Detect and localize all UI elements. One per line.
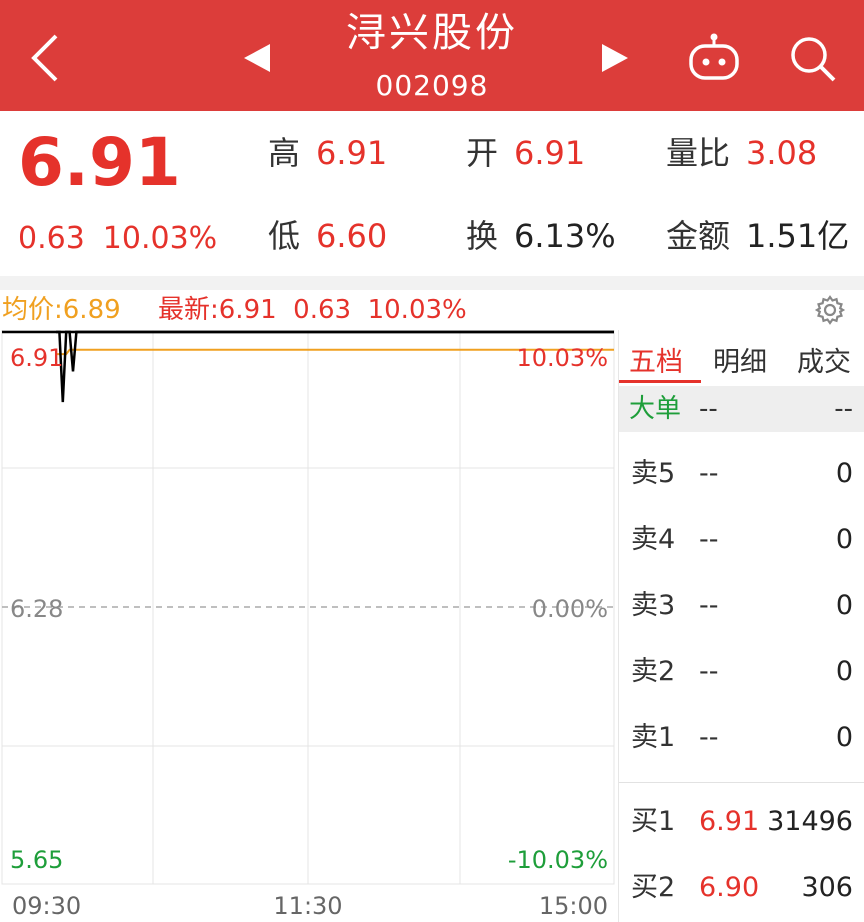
turnover-label: 换 bbox=[466, 217, 499, 255]
panel-tabs: 五档 明细 成交 bbox=[619, 330, 864, 384]
x-label-open: 09:30 bbox=[12, 892, 81, 920]
pct-label-low: -10.03% bbox=[508, 846, 608, 874]
x-label-close: 15:00 bbox=[539, 892, 608, 920]
low-value: 6.60 bbox=[316, 217, 388, 255]
high-item: 高 6.91 bbox=[268, 133, 387, 173]
stock-code: 002098 bbox=[375, 69, 489, 102]
buy-label: 买1 bbox=[631, 806, 676, 837]
robot-icon bbox=[689, 33, 739, 80]
top-bar: 浔兴股份 002098 bbox=[0, 0, 864, 111]
sell-volume: 0 bbox=[835, 722, 853, 753]
sell-price: -- bbox=[699, 458, 719, 489]
next-triangle-icon bbox=[602, 44, 628, 72]
latest-price-label: 最新:6.91 0.63 10.03% bbox=[158, 295, 467, 325]
price-change: 0.63 10.03% bbox=[18, 219, 235, 259]
sell-row: 卖1 -- 0 bbox=[619, 718, 864, 758]
chart-header: 均价:6.89 最新:6.91 0.63 10.03% bbox=[0, 290, 864, 330]
sell-price: -- bbox=[699, 722, 719, 753]
robot-assistant-button[interactable] bbox=[686, 32, 742, 84]
open-item: 开 6.91 bbox=[466, 133, 585, 173]
tab-details[interactable]: 明细 bbox=[713, 340, 767, 379]
big-order-mid: -- bbox=[699, 394, 718, 424]
big-order-right: -- bbox=[834, 394, 853, 424]
sell-volume: 0 bbox=[835, 590, 853, 621]
order-book-panel: 五档 明细 成交 大单 -- -- 卖5 -- 0 卖4 -- 0 卖3 -- … bbox=[618, 330, 864, 922]
book-divider bbox=[619, 782, 864, 783]
big-order-label: 大单 bbox=[629, 394, 682, 424]
amount-label: 金额 bbox=[666, 217, 731, 255]
current-price: 6.91 bbox=[18, 124, 181, 201]
open-value: 6.91 bbox=[514, 134, 586, 172]
stock-name: 浔兴股份 bbox=[346, 10, 518, 56]
change-percent: 10.03% bbox=[102, 221, 218, 256]
low-item: 低 6.60 bbox=[268, 216, 387, 256]
volume-ratio-value: 3.08 bbox=[746, 134, 818, 172]
sell-volume: 0 bbox=[835, 656, 853, 687]
back-icon bbox=[31, 34, 58, 82]
amount-item: 金额 1.51亿 bbox=[666, 216, 849, 256]
sell-price: -- bbox=[699, 656, 719, 687]
gear-icon[interactable] bbox=[814, 294, 846, 326]
y-label-high: 6.91 bbox=[10, 344, 63, 372]
quote-panel: 6.91 0.63 10.03% 高 6.91 开 6.91 量比 3.08 低 6.60… bbox=[0, 111, 864, 276]
big-order-row[interactable]: 大单 -- -- bbox=[619, 386, 864, 432]
sell-row: 卖2 -- 0 bbox=[619, 652, 864, 692]
sell-price: -- bbox=[699, 524, 719, 555]
active-tab-indicator bbox=[619, 380, 701, 383]
sell-price: -- bbox=[699, 590, 719, 621]
sell-label: 卖1 bbox=[631, 722, 676, 753]
sell-volume: 0 bbox=[835, 458, 853, 489]
amount-value: 1.51亿 bbox=[746, 217, 850, 255]
prev-triangle-icon bbox=[244, 44, 270, 72]
buy-price: 6.91 bbox=[699, 806, 760, 837]
y-label-mid: 6.28 bbox=[10, 595, 63, 623]
sell-row: 卖4 -- 0 bbox=[619, 520, 864, 560]
section-divider bbox=[0, 276, 864, 290]
buy-volume: 306 bbox=[801, 872, 853, 903]
prev-stock-button[interactable] bbox=[240, 40, 276, 76]
search-button[interactable] bbox=[786, 32, 840, 86]
volume-ratio-label: 量比 bbox=[666, 134, 731, 172]
next-stock-button[interactable] bbox=[596, 40, 632, 76]
low-label: 低 bbox=[268, 217, 301, 255]
pct-label-high: 10.03% bbox=[516, 344, 608, 372]
volume-ratio-item: 量比 3.08 bbox=[666, 133, 817, 173]
buy-row: 买1 6.91 31496 bbox=[619, 802, 864, 842]
buy-label: 买2 bbox=[631, 872, 676, 903]
search-icon bbox=[791, 37, 836, 82]
average-price-label: 均价:6.89 bbox=[2, 295, 121, 325]
back-button[interactable] bbox=[22, 30, 72, 86]
change-amount: 0.63 bbox=[18, 221, 85, 256]
intraday-chart[interactable]: 6.91 6.28 5.65 10.03% 0.00% -10.03% 09:3… bbox=[0, 330, 618, 922]
sell-row: 卖3 -- 0 bbox=[619, 586, 864, 626]
high-label: 高 bbox=[268, 134, 301, 172]
y-label-low: 5.65 bbox=[10, 846, 63, 874]
buy-price: 6.90 bbox=[699, 872, 760, 903]
sell-label: 卖5 bbox=[631, 458, 676, 489]
sell-row: 卖5 -- 0 bbox=[619, 454, 864, 494]
tab-trades[interactable]: 成交 bbox=[797, 340, 851, 379]
sell-label: 卖2 bbox=[631, 656, 676, 687]
open-label: 开 bbox=[466, 134, 499, 172]
turnover-item: 换 6.13% bbox=[466, 216, 616, 256]
high-value: 6.91 bbox=[316, 134, 388, 172]
tab-five-levels[interactable]: 五档 bbox=[629, 340, 683, 379]
sell-label: 卖4 bbox=[631, 524, 676, 555]
pct-label-mid: 0.00% bbox=[532, 595, 608, 623]
sell-volume: 0 bbox=[835, 524, 853, 555]
turnover-value: 6.13% bbox=[514, 217, 616, 255]
buy-volume: 31496 bbox=[767, 806, 853, 837]
x-label-noon: 11:30 bbox=[273, 892, 342, 920]
buy-row: 买2 6.90 306 bbox=[619, 868, 864, 908]
sell-label: 卖3 bbox=[631, 590, 676, 621]
